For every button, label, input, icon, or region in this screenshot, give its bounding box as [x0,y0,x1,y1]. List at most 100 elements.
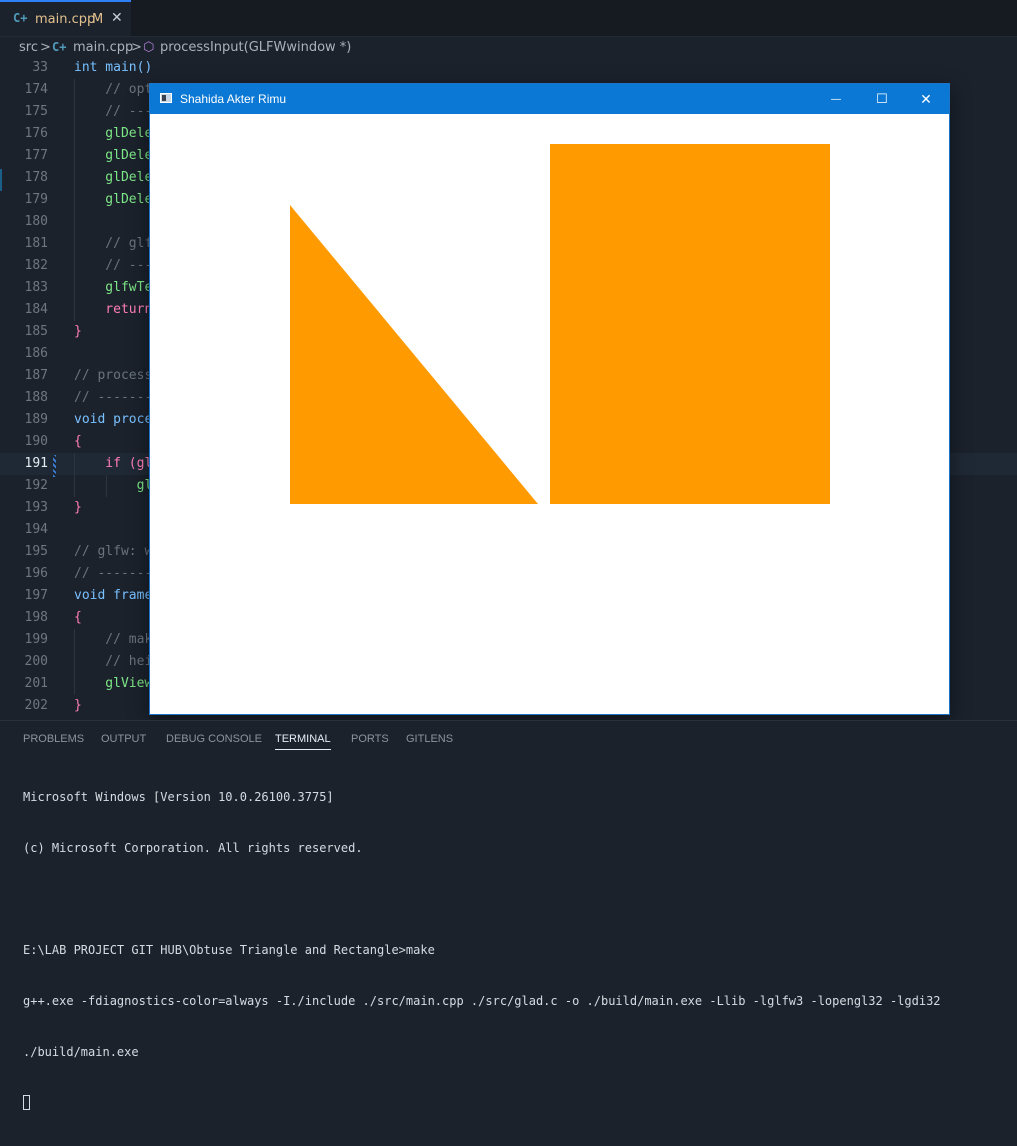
line-number: 199 [24,632,48,647]
code-text: { [74,610,82,625]
code-line[interactable]: 33 int main() [0,57,1017,79]
line-number: 201 [24,676,48,691]
line-number: 187 [24,368,48,383]
line-number: 192 [24,478,48,493]
tab-output[interactable]: OUTPUT [101,733,146,745]
code-text: gl [74,478,153,493]
opengl-window[interactable]: Shahida Akter Rimu — ☐ ✕ [149,83,950,715]
code-text: glDele [74,126,153,141]
code-text: // ------- [74,390,153,405]
line-number: 202 [24,698,48,713]
breadcrumb: src > C+ main.cpp > ⬡ processInput(GLFWw… [0,37,1017,57]
code-text: void proce [74,412,153,427]
close-icon: ✕ [920,90,932,107]
code-text: } [74,500,82,515]
tab-ports[interactable]: PORTS [351,733,389,745]
code-text: // glfw: w [74,544,153,559]
tab-problems[interactable]: PROBLEMS [23,733,84,745]
tab-gitlens[interactable]: GITLENS [406,733,453,745]
line-number: 200 [24,654,48,669]
terminal-line: ./build/main.exe [23,1045,139,1059]
line-number: 183 [24,280,48,295]
tab-terminal[interactable]: TERMINAL [275,733,331,750]
line-number: 180 [24,214,48,229]
terminal-cursor [23,1095,30,1110]
cpp-file-icon: C+ [52,40,67,54]
line-number: 181 [24,236,48,251]
code-text: // --- [74,104,153,119]
code-text: // mak [74,632,153,647]
code-text: } [74,324,82,339]
tab-debug-console[interactable]: DEBUG CONSOLE [166,733,262,745]
line-number: 185 [24,324,48,339]
code-text: glView [74,676,153,691]
line-number: 198 [24,610,48,625]
chevron-right-icon: > [131,40,142,55]
breadcrumb-symbol[interactable]: processInput(GLFWwindow *) [160,40,351,55]
terminal-line: Microsoft Windows [Version 10.0.26100.37… [23,790,334,804]
render-canvas [150,114,949,714]
code-text: glDele [74,170,153,185]
code-text: glfwTe [74,280,153,295]
line-number: 193 [24,500,48,515]
line-number: 174 [24,82,48,97]
line-number: 194 [24,522,48,537]
orange-rectangle [550,144,830,504]
minimize-button[interactable]: — [813,84,859,114]
code-text: // hei [74,654,153,669]
code-text: // --- [74,258,153,273]
breadcrumb-folder[interactable]: src [19,40,38,55]
close-button[interactable]: ✕ [903,84,949,114]
line-number: 186 [24,346,48,361]
line-number: 189 [24,412,48,427]
indent-guide [106,475,107,497]
cube-symbol-icon: ⬡ [143,40,155,55]
terminal-line: (c) Microsoft Corporation. All rights re… [23,841,363,855]
code-text: glDele [74,148,153,163]
modified-line-marker [53,455,56,477]
code-text: // opt [74,82,153,97]
line-number: 177 [24,148,48,163]
code-text: return [74,302,153,317]
window-title: Shahida Akter Rimu [180,92,287,106]
line-number: 179 [24,192,48,207]
modified-indicator: M [92,12,104,27]
code-text: // ------- [74,566,153,581]
window-titlebar[interactable]: Shahida Akter Rimu — ☐ ✕ [150,84,949,114]
breadcrumb-file[interactable]: main.cpp [73,40,133,55]
minimize-icon: — [831,93,841,105]
code-text: void frame [74,588,153,603]
code-text: glDele [74,192,153,207]
chevron-right-icon: > [40,40,51,55]
indent-guide [74,79,75,321]
bottom-panel: PROBLEMS OUTPUT DEBUG CONSOLE TERMINAL P… [0,720,1017,1110]
close-icon[interactable]: ✕ [111,10,123,26]
scm-change-marker [0,169,2,191]
maximize-button[interactable]: ☐ [859,84,905,114]
line-number: 178 [24,170,48,185]
terminal-output[interactable]: Microsoft Windows [Version 10.0.26100.37… [23,755,941,1146]
line-number: 195 [24,544,48,559]
line-number: 191 [24,456,48,471]
cpp-file-icon: C+ [13,11,28,25]
line-number: 190 [24,434,48,449]
editor-tab-bar: C+ main.cpp M ✕ [0,0,1017,37]
line-number: 184 [24,302,48,317]
code-text: } [74,698,82,713]
line-number: 196 [24,566,48,581]
indent-guide [74,629,75,695]
line-number: 188 [24,390,48,405]
tab-main-cpp[interactable]: C+ main.cpp M ✕ [0,0,131,36]
tab-label: main.cpp [35,12,96,27]
line-number: 182 [24,258,48,273]
terminal-line: E:\LAB PROJECT GIT HUB\Obtuse Triangle a… [23,943,435,957]
code-text: int main() [74,60,153,75]
code-text: // glf [74,236,153,251]
line-number: 175 [24,104,48,119]
line-number: 197 [24,588,48,603]
terminal-prompt[interactable] [23,1095,941,1112]
terminal-line: g++.exe -fdiagnostics-color=always -I./i… [23,994,941,1008]
app-window-icon [160,93,172,103]
code-text: { [74,434,82,449]
